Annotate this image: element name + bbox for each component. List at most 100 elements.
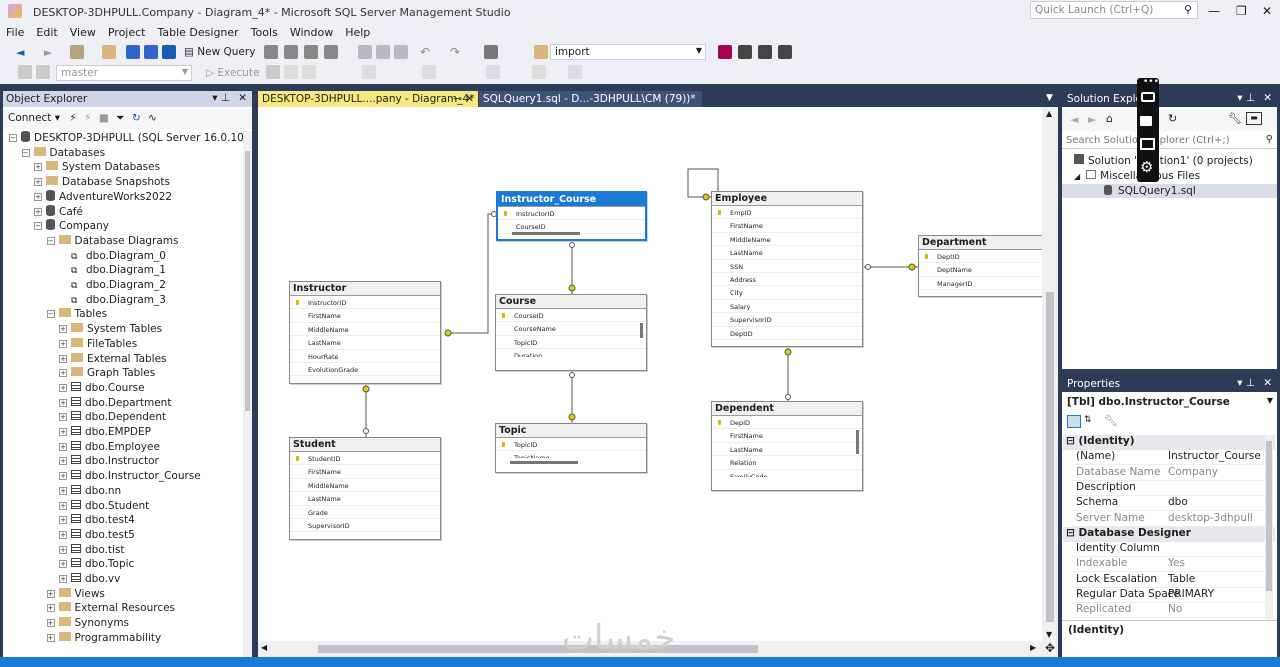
database-combo[interactable]: master ▼ [56, 65, 192, 81]
disconnect-object-icon[interactable]: ⚡ [84, 112, 91, 124]
table-instructor-course[interactable]: Instructor_Course InstructorID CourseID [496, 191, 647, 241]
sql-icon[interactable] [718, 45, 732, 59]
table-column[interactable]: MiddleName [290, 323, 440, 337]
menu-file[interactable]: File [0, 24, 30, 41]
indent-icon[interactable] [532, 65, 546, 79]
save-icon[interactable] [126, 45, 140, 59]
maximize-button[interactable]: ❐ [1236, 4, 1247, 18]
table-course[interactable]: Course CourseID CourseName TopicID Duration [495, 294, 647, 371]
table-column[interactable]: FirstName [712, 429, 862, 443]
tree-scrollbar[interactable] [243, 131, 252, 657]
tree-node[interactable]: + System Databases [34, 160, 160, 174]
navigate-icon[interactable]: ✥ [1042, 641, 1058, 657]
table-student[interactable]: Student StudentID FirstName MiddleName Last… [289, 437, 441, 540]
tree-node[interactable]: + External Tables [59, 352, 167, 366]
table-column[interactable]: Salary [712, 300, 862, 314]
table-column[interactable]: Address [712, 273, 862, 287]
connect-icon[interactable] [18, 65, 32, 79]
scroll-up-icon[interactable]: ▲ [1046, 109, 1052, 118]
diagram-canvas[interactable]: Instructor_Course InstructorID CourseID I… [258, 107, 1058, 657]
property-row[interactable]: (Name) Instructor_Course [1072, 450, 1272, 466]
gear-icon[interactable]: ⚙ [1140, 158, 1153, 176]
table-column[interactable]: DeptID [919, 250, 1057, 264]
xmla-icon[interactable] [304, 45, 318, 59]
table-column[interactable]: InstructorID [498, 207, 645, 221]
tree-node[interactable]: + dbo.Student [59, 499, 149, 513]
property-row[interactable]: Replicated No [1072, 603, 1272, 619]
tree-node[interactable]: + dbo.test4 [59, 513, 135, 527]
tree-node[interactable]: ⧉ dbo.Diagram_1 [59, 263, 166, 277]
table-column[interactable]: LastName [290, 492, 440, 506]
expand-icon[interactable]: + [59, 486, 67, 495]
filter-icon[interactable]: ⏷ [116, 112, 124, 124]
table-instructor[interactable]: Instructor InstructorID FirstName MiddleNa… [289, 281, 441, 384]
table-scrollbar[interactable] [510, 461, 578, 464]
tree-node[interactable]: + System Tables [59, 322, 162, 336]
specify-values-icon[interactable] [568, 65, 582, 79]
tree-node[interactable]: + dbo.Course [59, 381, 145, 395]
table-column[interactable]: TopicName [496, 451, 646, 458]
property-row[interactable]: Database Name Company [1072, 466, 1272, 481]
property-row[interactable]: Regular Data Space PRIMARY [1072, 588, 1272, 603]
property-category[interactable]: ⊟ Database Designer [1063, 526, 1275, 542]
table-column[interactable]: LastName [712, 443, 862, 457]
parse-icon[interactable] [284, 65, 298, 79]
sync-icon[interactable]: ↻ [1168, 112, 1177, 125]
scroll-right-icon[interactable]: ▶ [1030, 643, 1036, 652]
home-icon[interactable]: ⌂ [1106, 112, 1113, 125]
stop-icon[interactable]: ■ [99, 112, 109, 124]
property-row[interactable]: Indexable Yes [1072, 557, 1272, 573]
expand-icon[interactable]: + [34, 207, 42, 216]
expand-icon[interactable]: + [59, 383, 67, 392]
tree-node[interactable]: − Databases [21, 146, 105, 160]
dax-icon[interactable] [324, 45, 338, 59]
text-results-icon[interactable] [422, 65, 436, 79]
tree-node[interactable]: + Database Snapshots [34, 175, 170, 189]
menu-project[interactable]: Project [102, 24, 152, 41]
expand-icon[interactable]: + [34, 178, 42, 187]
menu-table-designer[interactable]: Table Designer [151, 24, 244, 41]
expand-icon[interactable]: + [34, 163, 42, 172]
tree-node[interactable]: + dbo.Dependent [59, 410, 166, 424]
table-column[interactable]: CourseName [496, 322, 646, 336]
debug-icon[interactable] [302, 65, 316, 79]
table-scrollbar[interactable] [640, 323, 643, 338]
scroll-left-icon[interactable]: ◀ [261, 643, 267, 652]
camera-icon[interactable] [1141, 92, 1155, 102]
table-column[interactable]: CourseID [496, 309, 646, 323]
pin-icon[interactable]: ▾ ⊥ [1237, 92, 1255, 104]
back-icon[interactable]: ◄ [16, 46, 24, 59]
disconnect-icon[interactable] [36, 65, 50, 79]
menu-window[interactable]: Window [284, 24, 339, 41]
collapse-icon[interactable]: ⊟ [1066, 435, 1078, 447]
menu-help[interactable]: Help [339, 24, 376, 41]
table-column[interactable]: StudentID [290, 452, 440, 466]
solution-item[interactable]: Solution 'Solution1' (0 projects) [1074, 154, 1253, 168]
table-column[interactable]: MiddleName [712, 233, 862, 247]
tree-node[interactable]: + dbo.Instructor [59, 454, 159, 468]
collapse-icon[interactable]: − [46, 236, 55, 245]
collapse-icon[interactable]: − [9, 134, 17, 142]
table-column[interactable]: FirstName [290, 465, 440, 479]
property-category[interactable]: ⊟ (Identity) [1063, 435, 1275, 450]
property-row[interactable]: Server Name desktop-3dhpull [1072, 512, 1272, 527]
table-employee[interactable]: Employee EmpID FirstName MiddleName LastNam… [711, 191, 863, 347]
cut-icon[interactable] [358, 45, 372, 59]
expand-icon[interactable]: + [59, 472, 67, 481]
tree-node[interactable]: + dbo.tist [59, 543, 125, 557]
table-column[interactable]: Grade [290, 506, 440, 519]
forward-icon[interactable]: ► [44, 46, 52, 59]
properties-wrench-icon[interactable]: 🔧︎ [1228, 112, 1242, 125]
expand-icon[interactable]: + [59, 339, 67, 348]
expand-icon[interactable]: + [59, 575, 67, 583]
tree-node[interactable]: − DESKTOP-3DHPULL (SQL Server 16.0.1000 -… [9, 131, 243, 145]
property-value[interactable]: Company [1168, 466, 1218, 478]
table-column[interactable]: City [712, 286, 862, 300]
table-column[interactable]: FamilyCode [712, 470, 862, 477]
collapse-icon[interactable]: − [34, 222, 42, 231]
expand-icon[interactable]: + [59, 501, 67, 510]
expand-icon[interactable]: + [59, 560, 67, 569]
property-row[interactable]: Schema dbo [1072, 496, 1272, 512]
table-scrollbar[interactable] [512, 232, 580, 235]
paste-icon[interactable] [394, 45, 408, 59]
